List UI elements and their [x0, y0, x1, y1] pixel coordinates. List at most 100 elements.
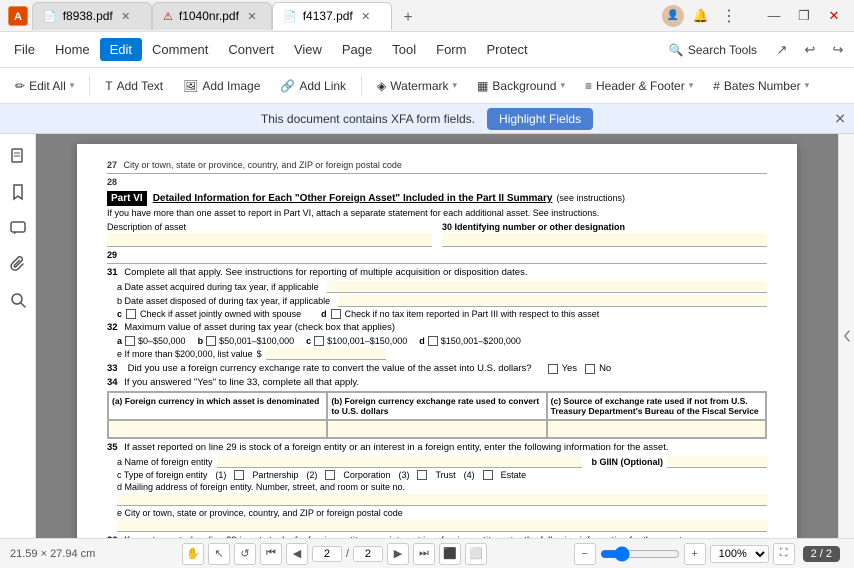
- checkbox-35c1[interactable]: [234, 470, 244, 480]
- external-link-icon[interactable]: ↗: [770, 38, 794, 62]
- tab-label: f1040nr.pdf: [179, 9, 239, 23]
- bates-dropdown[interactable]: ▾: [805, 80, 810, 91]
- sidebar-attachments-icon[interactable]: [4, 250, 32, 278]
- checkbox-32a[interactable]: [125, 336, 135, 346]
- menu-protect[interactable]: Protect: [476, 38, 537, 61]
- edit-all-dropdown[interactable]: ▾: [70, 80, 75, 91]
- notifications-icon[interactable]: 🔔: [690, 5, 712, 27]
- right-sidebar-toggle[interactable]: [838, 134, 854, 538]
- menu-tool[interactable]: Tool: [382, 38, 426, 61]
- page-separator: /: [346, 548, 349, 560]
- toolbar-sep-2: [361, 76, 362, 96]
- checkbox-35c4[interactable]: [483, 470, 493, 480]
- notification-close-button[interactable]: ✕: [834, 110, 846, 127]
- maximize-button[interactable]: ❐: [792, 4, 816, 28]
- prev-page-button[interactable]: ◀: [286, 543, 308, 565]
- checkbox-32b[interactable]: [206, 336, 216, 346]
- tab-label: f4137.pdf: [303, 9, 353, 23]
- rotate-button[interactable]: ↺: [234, 543, 256, 565]
- fit-width-button[interactable]: ⬛: [439, 543, 461, 565]
- undo-icon[interactable]: ↩: [798, 38, 822, 62]
- left-sidebar: [0, 134, 36, 538]
- fullscreen-button[interactable]: ⛶: [773, 543, 795, 565]
- select-tool-button[interactable]: ↖: [208, 543, 230, 565]
- bates-number-button[interactable]: # Bates Number ▾: [704, 75, 818, 97]
- more-options-icon[interactable]: ⋮: [718, 5, 740, 27]
- checkbox-31d[interactable]: [331, 309, 341, 319]
- background-button[interactable]: ▦ Background ▾: [468, 75, 574, 97]
- header-footer-button[interactable]: ≡ Header & Footer ▾: [576, 75, 702, 97]
- add-image-button[interactable]: 🖼 Add Image: [174, 75, 269, 97]
- tab-close-f4137[interactable]: ✕: [359, 9, 373, 23]
- checkbox-31c[interactable]: [126, 309, 136, 319]
- grid-a-input[interactable]: [108, 420, 327, 438]
- checkbox-35c2[interactable]: [325, 470, 335, 480]
- line32-e-input[interactable]: [266, 348, 386, 360]
- menu-view[interactable]: View: [284, 38, 332, 61]
- redo-icon[interactable]: ↪: [826, 38, 850, 62]
- last-page-button[interactable]: ⏭: [413, 543, 435, 565]
- add-text-button[interactable]: T Add Text: [96, 75, 172, 97]
- zoom-out-button[interactable]: −: [574, 543, 596, 565]
- close-button[interactable]: ✕: [822, 4, 846, 28]
- line35-b-group: b GIIN (Optional): [592, 456, 768, 468]
- menu-form[interactable]: Form: [426, 38, 476, 61]
- id-input[interactable]: [442, 233, 767, 247]
- background-dropdown[interactable]: ▾: [560, 80, 565, 91]
- edit-all-button[interactable]: ✏ Edit All ▾: [6, 75, 83, 97]
- menu-edit[interactable]: Edit: [100, 38, 142, 61]
- menu-convert[interactable]: Convert: [218, 38, 284, 61]
- line-desc-row: Description of asset 30 Identifying numb…: [107, 222, 767, 247]
- sidebar-bookmarks-icon[interactable]: [4, 178, 32, 206]
- grid-b-input[interactable]: [327, 420, 546, 438]
- line35-d-input[interactable]: [117, 494, 767, 506]
- line33: 33 Did you use a foreign currency exchan…: [107, 363, 767, 374]
- watermark-dropdown[interactable]: ▾: [453, 80, 458, 91]
- desc-input[interactable]: [107, 233, 432, 247]
- line35-e: e City or town, state or province, count…: [117, 508, 767, 532]
- checkbox-33no[interactable]: [585, 364, 595, 374]
- sidebar-pages-icon[interactable]: [4, 142, 32, 170]
- menu-file[interactable]: File: [4, 38, 45, 61]
- tab-f8938[interactable]: 📄 f8938.pdf ✕: [32, 2, 152, 30]
- highlight-fields-button[interactable]: Highlight Fields: [487, 108, 593, 130]
- content-area[interactable]: 27 City or town, state or province, coun…: [36, 134, 838, 538]
- add-link-button[interactable]: 🔗 Add Link: [271, 75, 355, 97]
- sidebar-search-icon[interactable]: [4, 286, 32, 314]
- watermark-button[interactable]: ◈ Watermark ▾: [368, 75, 466, 97]
- hand-tool-button[interactable]: ✋: [182, 543, 204, 565]
- line35-e-input[interactable]: [117, 520, 767, 532]
- checkbox-32d[interactable]: [428, 336, 438, 346]
- search-tools-button[interactable]: 🔍 Search Tools: [660, 39, 766, 61]
- line31-b-input[interactable]: [338, 295, 767, 307]
- tab-label: f8938.pdf: [63, 9, 113, 23]
- tab-close-f1040nr[interactable]: ✕: [245, 9, 259, 23]
- line34-header: 34 If you answered "Yes" to line 33, com…: [107, 377, 767, 388]
- zoom-in-button[interactable]: +: [684, 543, 706, 565]
- checkbox-35c3[interactable]: [417, 470, 427, 480]
- sidebar-comments-icon[interactable]: [4, 214, 32, 242]
- line35-a-input[interactable]: [217, 456, 582, 468]
- minimize-button[interactable]: —: [762, 4, 786, 28]
- menu-page[interactable]: Page: [332, 38, 382, 61]
- page-number-input[interactable]: [312, 546, 342, 562]
- checkbox-32c[interactable]: [314, 336, 324, 346]
- first-page-button[interactable]: ⏮: [260, 543, 282, 565]
- add-tab-button[interactable]: +: [396, 6, 420, 30]
- zoom-select[interactable]: 100% 75% 125% 150% 200%: [710, 545, 769, 563]
- next-page-button[interactable]: ▶: [387, 543, 409, 565]
- tab-f1040nr[interactable]: ⚠ f1040nr.pdf ✕: [152, 2, 272, 30]
- fit-page-button[interactable]: ⬜: [465, 543, 487, 565]
- menu-comment[interactable]: Comment: [142, 38, 218, 61]
- avatar-icon[interactable]: 👤: [662, 5, 684, 27]
- line31-a-input[interactable]: [327, 281, 767, 293]
- page-total-input[interactable]: [353, 546, 383, 562]
- menu-home[interactable]: Home: [45, 38, 100, 61]
- zoom-slider[interactable]: [600, 546, 680, 562]
- grid-c-input[interactable]: [547, 420, 766, 438]
- tab-close-f8938[interactable]: ✕: [119, 9, 133, 23]
- header-footer-dropdown[interactable]: ▾: [689, 80, 694, 91]
- tab-f4137[interactable]: 📄 f4137.pdf ✕: [272, 2, 392, 30]
- checkbox-33yes[interactable]: [548, 364, 558, 374]
- line35-b-input[interactable]: [667, 456, 767, 468]
